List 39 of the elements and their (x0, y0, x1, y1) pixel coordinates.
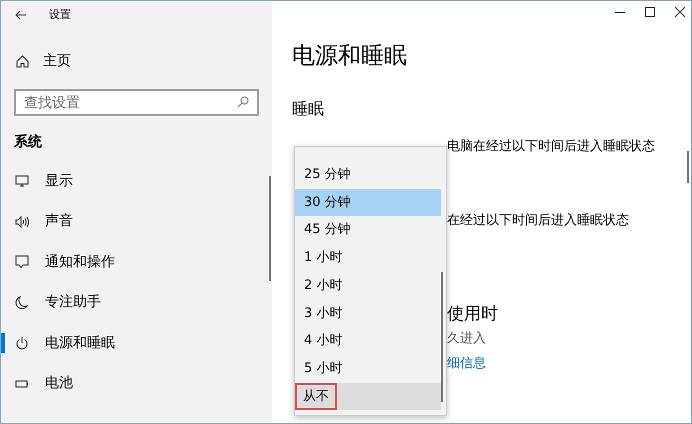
section-heading: 使用时 (447, 304, 498, 324)
dropdown-option[interactable]: 从不 (295, 382, 441, 410)
dropdown-option[interactable]: 1 小时 (295, 244, 441, 272)
message-icon (15, 255, 29, 270)
sidebar-item[interactable]: 声音 (1, 202, 272, 242)
dropdown-option[interactable]: 45 分钟 (295, 216, 441, 244)
sidebar-item[interactable]: 通知和操作 (1, 242, 272, 282)
back-icon[interactable] (15, 10, 27, 20)
search-icon[interactable] (237, 96, 249, 108)
description-text: 久进入 (447, 331, 486, 346)
sidebar-item[interactable]: 电源和睡眠 (1, 323, 272, 364)
display-icon (15, 174, 29, 188)
power-icon (15, 336, 29, 350)
sidebar-item[interactable]: 电池 (1, 364, 272, 404)
scrollbar[interactable] (269, 176, 271, 281)
sidebar-item[interactable]: 显示 (1, 161, 272, 202)
home-icon (16, 54, 29, 68)
section-heading: 系统 (13, 133, 43, 152)
dropdown-option[interactable]: 25 分钟 (295, 161, 441, 189)
home-link[interactable]: 主页 (1, 29, 272, 75)
page-title: 电源和睡眠 (292, 43, 407, 71)
description-text: 在经过以下时间后进入睡眠状态 (447, 213, 629, 228)
moon-icon (15, 296, 29, 310)
dropdown-option[interactable]: 3 小时 (295, 299, 441, 328)
section-heading: 睡眠 (292, 98, 325, 120)
search-field[interactable]: 查找设置 (14, 89, 259, 116)
speaker-icon (15, 214, 29, 229)
window-title: 设置 (49, 6, 71, 23)
scrollbar[interactable] (687, 151, 689, 183)
dropdown-option[interactable]: 4 小时 (295, 327, 441, 355)
dropdown-option[interactable]: 30 分钟 (295, 188, 441, 216)
dropdown-option[interactable]: 5 小时 (295, 354, 441, 382)
sidebar-item[interactable]: 专注助手 (1, 282, 272, 323)
dropdown-option[interactable]: 2 小时 (295, 272, 441, 300)
close-icon[interactable] (675, 7, 685, 17)
scrollbar[interactable] (441, 272, 443, 402)
maximize-icon[interactable] (645, 7, 655, 17)
description-text: 电脑在经过以下时间后进入睡眠状态 (447, 138, 655, 154)
details-link[interactable]: 细信息 (447, 356, 486, 371)
